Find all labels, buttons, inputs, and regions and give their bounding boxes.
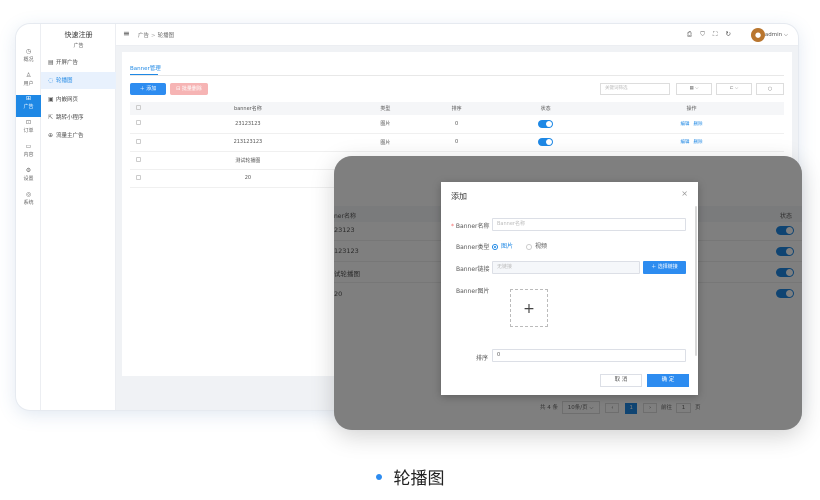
menu-toggle-icon[interactable]: ≡: [123, 30, 130, 38]
nav-ads[interactable]: ⊞ 广告: [16, 95, 41, 117]
row-checkbox[interactable]: [130, 151, 146, 170]
dashboard-icon: ◷: [25, 48, 32, 55]
app-title: 快速注册: [64, 31, 93, 39]
caption-bullet: [375, 474, 382, 480]
nav-users[interactable]: ♙ 用户: [16, 72, 41, 94]
banner-name-label: * Banner名称: [451, 223, 490, 230]
zoomed-dialog-view: ner名称 状态 23123 123123 试轮播图 20 共 4 条 10条/…: [334, 156, 802, 430]
row-checkbox[interactable]: [130, 169, 146, 188]
breadcrumb: 广告 > 轮播图: [138, 33, 175, 39]
tab-banner-management[interactable]: Banner管理: [130, 64, 161, 72]
edit-link[interactable]: 编辑: [680, 122, 689, 127]
subnav-webpage[interactable]: ▣ 内嵌网页: [41, 91, 116, 108]
tab-divider: [130, 75, 784, 76]
type-image-radio[interactable]: 图片: [492, 241, 513, 250]
delete-link[interactable]: 删除: [693, 122, 702, 127]
sort-label: 排序: [476, 355, 489, 362]
splash-icon: ▤: [48, 59, 54, 66]
close-icon[interactable]: ×: [681, 189, 688, 198]
primary-nav: ◷ 概况 ♙ 用户 ⊞ 广告 ⊡ 订单 ▭ 内容 ⚙ 设置 ◎ 系统: [16, 24, 41, 410]
table-row: 23123123 图片 0 编辑 删除: [130, 115, 784, 134]
dialog-scrollbar[interactable]: [695, 206, 697, 356]
nav-category: 广告: [73, 43, 84, 49]
avatar[interactable]: ●: [751, 28, 765, 42]
banner-link-input[interactable]: 无链接: [492, 261, 640, 274]
banner-name-input[interactable]: Banner名称: [492, 218, 686, 231]
nav-settings[interactable]: ⚙ 设置: [16, 167, 41, 189]
toolbar-icons[interactable]: ⎙ ⛉ ⛶ ↻: [687, 30, 734, 39]
status-toggle[interactable]: [492, 133, 599, 152]
type-video-radio[interactable]: 视频: [526, 241, 547, 250]
row-checkbox[interactable]: [130, 133, 146, 152]
table-header: banner名称 类型 排序 状态 操作: [130, 102, 784, 115]
search-button[interactable]: ○: [756, 83, 784, 95]
edit-link[interactable]: 编辑: [680, 140, 689, 145]
col-type: 类型: [349, 102, 422, 115]
subnav-traffic-ad[interactable]: ⊕ 流量主广告: [41, 127, 116, 144]
banner-type-label: Banner类型: [456, 244, 490, 251]
table-row: 213123123 图片 0 编辑 删除: [130, 133, 784, 152]
cancel-button[interactable]: 取 消: [600, 374, 642, 387]
subnav-miniapp[interactable]: ⇱ 跳转小程序: [41, 109, 116, 126]
content-icon: ▭: [25, 143, 32, 150]
col-name: banner名称: [146, 102, 350, 115]
confirm-button[interactable]: 确 定: [647, 374, 689, 387]
ad-icon: ⊞: [25, 95, 32, 102]
breadcrumb-ads[interactable]: 广告: [138, 33, 149, 39]
keyword-search-input[interactable]: 关键词筛选: [600, 83, 670, 95]
add-banner-dialog: 添加 × * Banner名称 Banner名称 Banner类型 图片 视频 …: [441, 182, 698, 395]
caption-text: 轮播图: [393, 469, 445, 489]
user-icon: ♙: [25, 72, 32, 79]
batch-delete-button[interactable]: ⊟ 批量删除: [170, 83, 208, 95]
system-icon: ◎: [25, 191, 32, 198]
stage: ◷ 概况 ♙ 用户 ⊞ 广告 ⊡ 订单 ▭ 内容 ⚙ 设置 ◎ 系统 快速注册 广告 ▤ 开屏广…: [0, 0, 820, 500]
user-menu[interactable]: admin ⌵: [765, 32, 788, 39]
col-sort: 排序: [421, 102, 493, 115]
col-actions: 操作: [598, 102, 784, 115]
miniapp-icon: ⇱: [48, 114, 54, 121]
order-icon: ⊡: [25, 119, 32, 126]
banner-link-label: Banner链接: [456, 266, 490, 273]
carousel-icon: ◌: [48, 77, 54, 84]
traffic-ad-icon: ⊕: [48, 132, 54, 139]
image-upload-box[interactable]: +: [510, 289, 548, 327]
select-link-button[interactable]: ＋ 选择链接: [643, 261, 686, 274]
topbar: ≡ 广告 > 轮播图 ⎙ ⛉ ⛶ ↻ ● admin ⌵: [116, 24, 798, 46]
banner-image-label: Banner图片: [456, 288, 490, 295]
filter-select-b[interactable]: ⊏ ⌵: [716, 83, 752, 95]
settings-icon: ⚙: [25, 167, 32, 174]
filter-select-a[interactable]: ▦ ⌵: [676, 83, 712, 95]
nav-system[interactable]: ◎ 系统: [16, 191, 41, 213]
caption: 轮播图: [0, 464, 820, 489]
breadcrumb-carousel: 轮播图: [157, 33, 175, 39]
secondary-nav: 快速注册 广告 ▤ 开屏广告 ◌ 轮播图 ▣ 内嵌网页 ⇱ 跳转小程序 ⊕ 流量主广告: [41, 24, 116, 410]
nav-orders[interactable]: ⊡ 订单: [16, 119, 41, 141]
add-button[interactable]: ＋ 添加: [130, 83, 166, 95]
delete-link[interactable]: 删除: [693, 140, 702, 145]
row-checkbox[interactable]: [130, 115, 146, 134]
col-status: 状态: [492, 102, 599, 115]
status-toggle[interactable]: [492, 115, 599, 134]
nav-overview[interactable]: ◷ 概况: [16, 48, 41, 70]
webpage-icon: ▣: [48, 96, 54, 103]
select-all-checkbox[interactable]: [130, 102, 146, 115]
nav-content[interactable]: ▭ 内容: [16, 143, 41, 165]
sort-input[interactable]: 0: [492, 349, 686, 362]
dialog-title: 添加: [451, 192, 467, 201]
subnav-carousel[interactable]: ◌ 轮播图: [41, 72, 116, 89]
subnav-splash-ad[interactable]: ▤ 开屏广告: [41, 54, 116, 71]
